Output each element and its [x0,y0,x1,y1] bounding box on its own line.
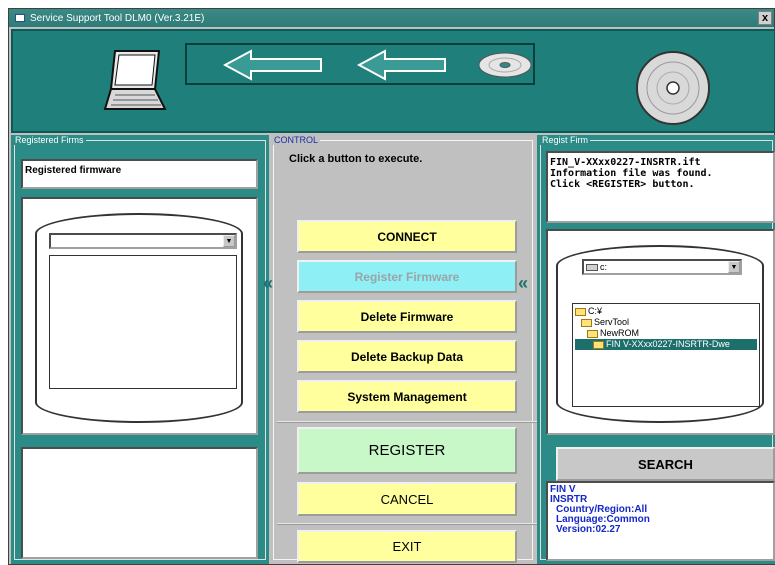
firmware-list[interactable] [49,255,237,389]
app-window: Service Support Tool DLM0 (Ver.3.21E) x [8,8,775,565]
exit-button[interactable]: EXIT [297,530,517,563]
info-line: Version:02.27 [556,524,621,535]
tree-item[interactable]: ServTool [575,317,757,328]
register-firmware-button[interactable]: Register Firmware [297,260,517,293]
tree-item-label: ServTool [594,317,630,327]
message-box: FIN_V-XXxx0227-INSRTR.ift Information fi… [546,151,775,223]
transfer-box [185,43,535,85]
registered-firms-panel: Registered Firms Registered firmware ▼ [11,135,269,564]
tree-item[interactable]: NewROM [575,328,757,339]
firmware-list-area: ▼ [21,197,258,435]
message-line: FIN_V-XXxx0227-INSRTR.ift [550,157,701,168]
close-button[interactable]: x [758,11,772,25]
system-management-button[interactable]: System Management [297,380,517,413]
folder-tree[interactable]: C:¥ ServTool NewROM FIN V-XXxx0227-INSRT… [572,303,760,407]
drive-icon [586,263,598,271]
delete-firmware-button[interactable]: Delete Firmware [297,300,517,333]
app-icon [15,14,25,22]
folder-open-icon [587,329,598,338]
folder-open-icon [593,340,604,349]
message-line: Information file was found. [550,168,713,179]
firmware-detail-box [21,447,258,559]
cancel-button[interactable]: CANCEL [297,482,517,516]
tree-item-selected[interactable]: FIN V-XXxx0227-INSRTR-Dwe [575,339,757,350]
arrow-left-icon [223,49,322,81]
tree-item-label: C:¥ [588,306,603,316]
registered-firmware-text: Registered firmware [25,165,122,176]
connect-button[interactable]: CONNECT [297,220,517,253]
disc-icon [478,52,532,78]
drive-value: c: [600,262,608,272]
laptop-icon [103,50,167,110]
registered-firmware-header: Registered firmware [21,159,258,189]
title-bar: Service Support Tool DLM0 (Ver.3.21E) x [9,9,774,27]
folder-icon [581,318,592,327]
firmware-dropdown[interactable]: ▼ [49,233,237,249]
instruction-text: Click a button to execute. [289,153,423,165]
divider [277,523,539,525]
message-line: Click <REGISTER> button. [550,179,695,190]
registered-firms-label: Registered Firms [13,135,86,145]
chevron-down-icon[interactable]: ▼ [223,235,235,247]
regist-firm-panel: Regist Firm FIN_V-XXxx0227-INSRTR.ift In… [537,135,775,564]
chevron-left-icon: « [263,273,273,293]
chevron-left-icon: « [518,273,528,293]
tree-item[interactable]: C:¥ [575,306,757,317]
regist-firm-label: Regist Firm [540,135,591,145]
banner [11,29,775,133]
search-button[interactable]: SEARCH [556,447,775,481]
firmware-info-box: FIN V INSRTR Country/Region:All Language… [546,481,775,561]
drive-select[interactable]: c: ▼ [582,259,742,275]
chevron-down-icon[interactable]: ▼ [728,261,740,273]
control-label: CONTROL [272,135,321,145]
disc-icon [636,51,710,125]
tree-item-label: NewROM [600,328,640,338]
file-browser-area: c: ▼ C:¥ ServTool NewROM FIN V-XXxx0227-… [546,229,775,435]
register-button[interactable]: REGISTER [297,427,517,474]
arrow-left-icon [357,49,446,81]
divider [277,421,539,423]
tree-item-label: FIN V-XXxx0227-INSRTR-Dwe [606,339,730,349]
folder-icon [575,307,586,316]
delete-backup-data-button[interactable]: Delete Backup Data [297,340,517,373]
window-title: Service Support Tool DLM0 (Ver.3.21E) [30,12,205,24]
